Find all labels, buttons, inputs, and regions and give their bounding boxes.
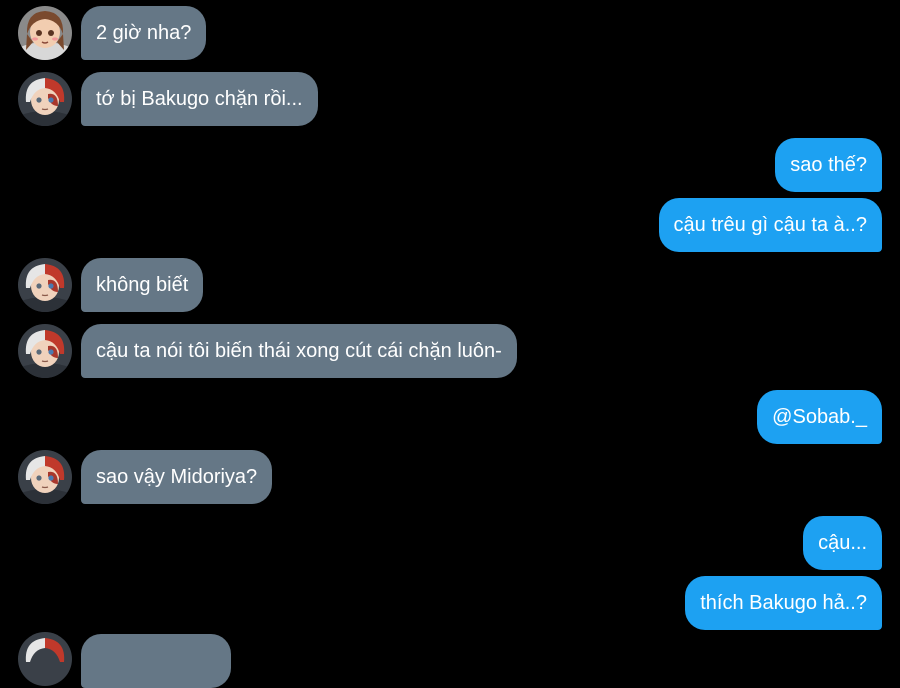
message-bubble-incoming[interactable] (81, 634, 231, 688)
message-bubble-incoming[interactable]: 2 giờ nha? (81, 6, 207, 60)
message-bubble-outgoing[interactable]: cậu... (803, 516, 882, 570)
message-bubble-outgoing[interactable]: cậu trêu gì cậu ta à..? (658, 198, 882, 252)
message-bubble-outgoing[interactable]: sao thế? (775, 138, 882, 192)
avatar-todoroki-icon[interactable] (18, 324, 72, 378)
avatar-uraraka-icon[interactable] (18, 6, 72, 60)
message-bubble-outgoing[interactable]: thích Bakugo hả..? (685, 576, 882, 630)
message-bubble-incoming[interactable]: sao vậy Midoriya? (81, 450, 273, 504)
message-bubble-incoming[interactable]: không biết (81, 258, 204, 312)
avatar-todoroki-icon[interactable] (18, 450, 72, 504)
avatar-todoroki-icon[interactable] (18, 72, 72, 126)
message-bubble-incoming[interactable]: cậu ta nói tôi biến thái xong cút cái ch… (81, 324, 517, 378)
avatar-todoroki-icon[interactable] (18, 258, 72, 312)
message-bubble-outgoing[interactable]: @Sobab._ (757, 390, 882, 444)
avatar-todoroki-icon[interactable] (18, 632, 72, 686)
message-bubble-incoming[interactable]: tớ bị Bakugo chặn rồi... (81, 72, 318, 126)
chat-thread: 2 giờ nha? tớ bị Bakugo chặn rồi... sao … (0, 0, 900, 688)
